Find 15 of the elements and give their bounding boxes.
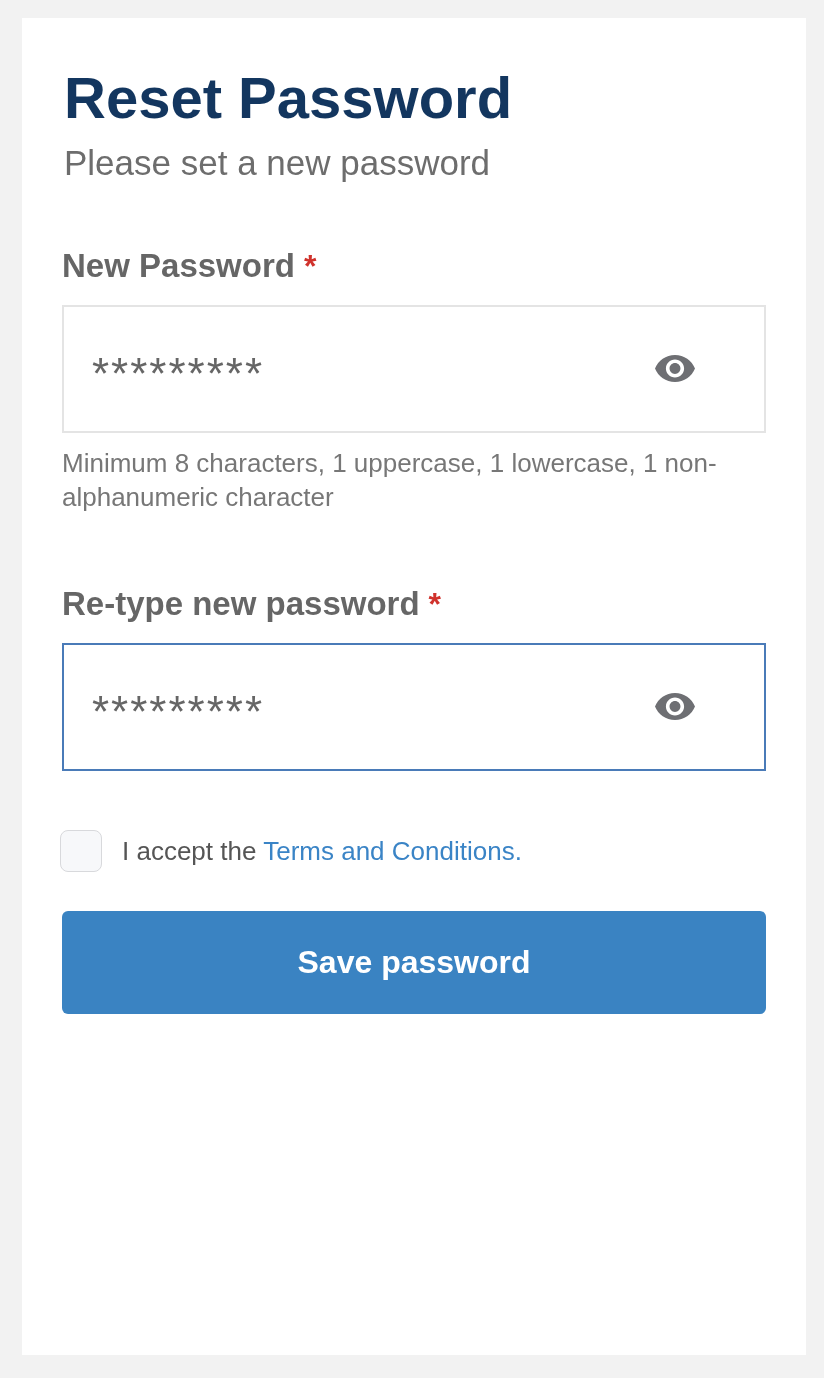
field-hint: Minimum 8 characters, 1 uppercase, 1 lowercase, 1 non-alphanumeric character xyxy=(62,447,718,514)
required-mark: * xyxy=(428,585,442,624)
terms-link[interactable]: Terms and Conditions. xyxy=(263,836,522,866)
page-subtitle: Please set a new password xyxy=(63,142,492,184)
eye-icon[interactable] xyxy=(655,355,695,382)
page-title: Reset Password xyxy=(63,64,514,132)
password-field[interactable]: ********* xyxy=(62,305,766,433)
field-label: Re-type new password xyxy=(62,584,420,624)
field-label: New Password xyxy=(62,246,295,286)
eye-icon[interactable] xyxy=(655,693,695,720)
terms-text: I accept the Terms and Conditions. xyxy=(122,835,522,868)
save-password-button[interactable]: Save password xyxy=(62,911,766,1014)
password-field[interactable]: ********* xyxy=(62,643,766,771)
terms-checkbox[interactable] xyxy=(60,830,102,872)
required-mark: * xyxy=(303,247,317,286)
